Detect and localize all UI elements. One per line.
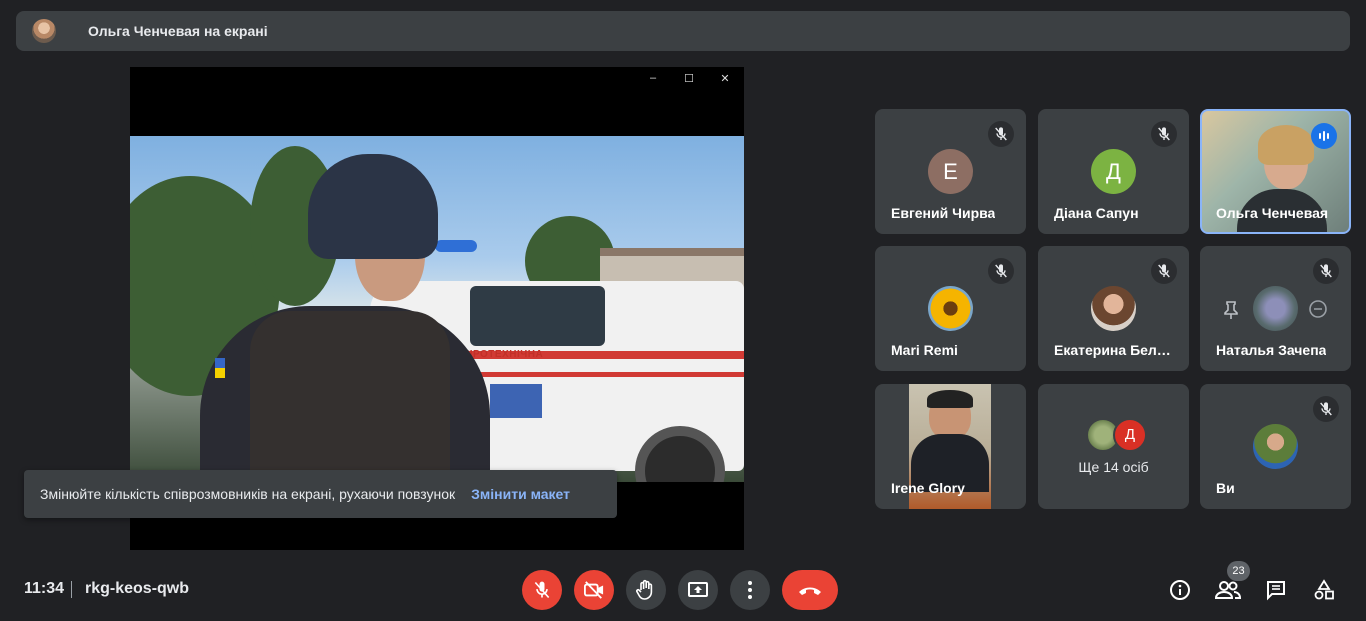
hand-icon	[636, 579, 653, 600]
shared-video-frame: ПІРОТЕХНІЧНА	[130, 136, 744, 482]
clock: 11:34	[24, 580, 65, 597]
more-participants-tile[interactable]: Д Ще 14 осіб	[1038, 384, 1189, 509]
participant-name: Евгений Чирва	[891, 205, 996, 221]
mic-off-icon	[988, 258, 1014, 284]
avatar: Е	[928, 149, 973, 194]
chat-icon	[1267, 581, 1285, 601]
lavender-avatar	[1253, 286, 1298, 331]
activities-icon	[1314, 579, 1334, 600]
mic-off-icon	[1313, 258, 1339, 284]
pin-icon[interactable]	[1222, 300, 1240, 320]
stacked-avatar: Д	[1113, 418, 1147, 452]
minimize-icon: –	[649, 72, 657, 84]
participant-tile-speaking[interactable]: Ольга Ченчевая	[1200, 109, 1351, 234]
divider	[71, 581, 72, 598]
sunflower-avatar	[928, 286, 973, 331]
participant-name: Наталья Зачепа	[1216, 342, 1327, 358]
participant-tile[interactable]: Наталья Зачепа	[1200, 246, 1351, 371]
present-screen-icon	[688, 582, 708, 597]
close-icon: ✕	[720, 73, 730, 85]
meeting-code[interactable]: rkg-keos-qwb	[85, 580, 189, 598]
more-options-button[interactable]	[730, 570, 770, 610]
speaking-indicator-icon	[1311, 123, 1337, 149]
self-avatar	[1253, 424, 1298, 469]
participant-name: Діана Сапун	[1054, 205, 1139, 221]
chat-button[interactable]	[1263, 577, 1289, 603]
mic-off-icon	[988, 121, 1014, 147]
activities-button[interactable]	[1311, 577, 1337, 603]
window-controls: – ☐ ✕	[646, 72, 732, 85]
camera-off-icon	[584, 581, 604, 599]
info-icon	[1170, 580, 1190, 600]
participant-name: Irene Glory	[891, 480, 965, 496]
participant-tile[interactable]: Д Діана Сапун	[1038, 109, 1189, 234]
participant-name: Mari Remi	[891, 342, 958, 358]
participant-name: Ви	[1216, 480, 1235, 496]
mic-off-icon	[1313, 396, 1339, 422]
participant-tile[interactable]: Mari Remi	[875, 246, 1026, 371]
camera-toggle-button[interactable]	[574, 570, 614, 610]
toast-message: Змінюйте кількість співрозмовників на ек…	[40, 486, 456, 502]
leave-call-button[interactable]	[782, 570, 838, 610]
meeting-details-button[interactable]	[1167, 577, 1193, 603]
remove-icon[interactable]	[1308, 299, 1328, 319]
raise-hand-button[interactable]	[626, 570, 666, 610]
present-button[interactable]	[678, 570, 718, 610]
mic-off-icon	[1151, 121, 1177, 147]
participants-count-badge: 23	[1227, 561, 1250, 581]
more-participants-label: Ще 14 осіб	[1078, 459, 1149, 475]
mic-toggle-button[interactable]	[522, 570, 562, 610]
presenter-avatar	[32, 19, 56, 43]
presenter-title: Ольга Ченчевая на екрані	[88, 23, 268, 39]
participant-name: Ольга Ченчевая	[1216, 205, 1329, 221]
participant-tile[interactable]: Екатерина Бел…	[1038, 246, 1189, 371]
avatar: Д	[1091, 149, 1136, 194]
maximize-icon: ☐	[684, 73, 694, 85]
participant-tile-video[interactable]: Irene Glory	[875, 384, 1026, 509]
layout-toast: Змінюйте кількість співрозмовників на ек…	[24, 470, 617, 518]
people-icon	[1215, 581, 1241, 599]
mic-off-icon	[534, 581, 550, 599]
mic-off-icon	[1151, 258, 1177, 284]
self-tile[interactable]: Ви	[1200, 384, 1351, 509]
participant-name: Екатерина Бел…	[1054, 342, 1171, 358]
portrait-avatar	[1091, 286, 1136, 331]
change-layout-button[interactable]: Змінити макет	[471, 486, 570, 502]
presenter-bar[interactable]: Ольга Ченчевая на екрані	[16, 11, 1350, 51]
hang-up-icon	[799, 587, 821, 595]
more-vert-icon	[748, 581, 752, 599]
participant-tile[interactable]: Е Евгений Чирва	[875, 109, 1026, 234]
